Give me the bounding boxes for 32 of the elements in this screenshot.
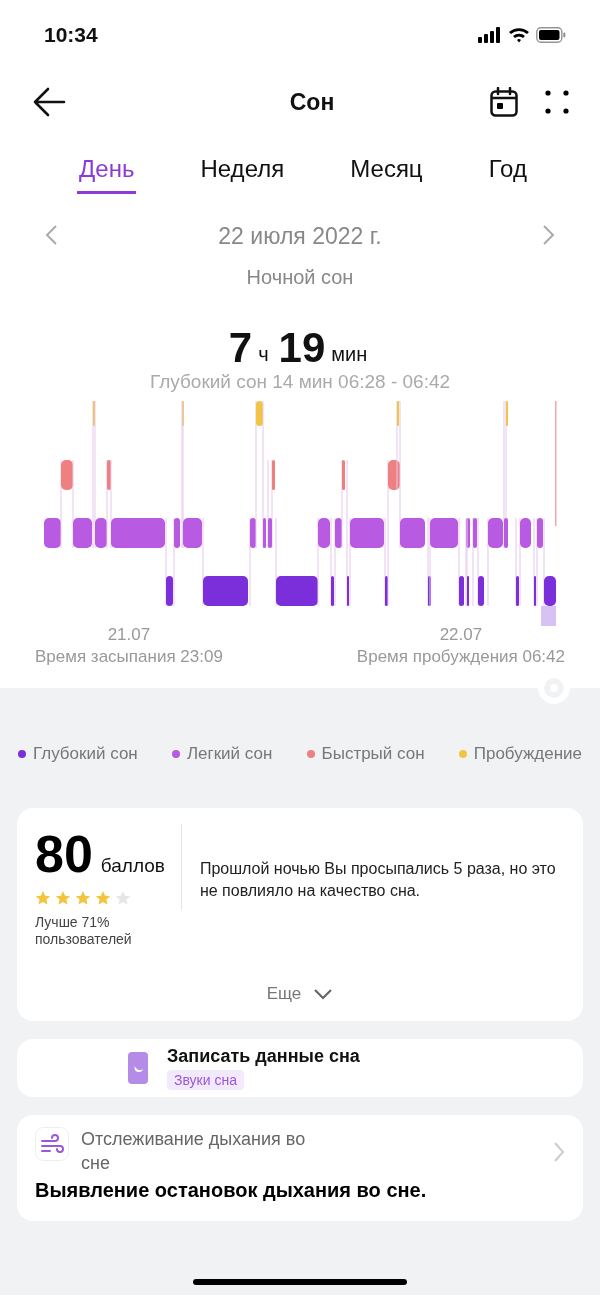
duration-minutes: 19 — [278, 324, 326, 372]
legend-label: Легкий сон — [186, 744, 273, 764]
record-title: Записать данные сна — [167, 1046, 360, 1067]
date-label: 22 июля 2022 г. — [218, 222, 382, 250]
sleep-sounds-tag[interactable]: Звуки сна — [167, 1070, 244, 1090]
sleep-start-time: Время засыпания 23:09 — [35, 646, 223, 668]
breathing-title: Отслеживание дыхания во сне — [81, 1128, 307, 1175]
legend-label: Быстрый сон — [321, 744, 425, 764]
screen-title: Сон — [288, 88, 336, 116]
breathing-description: Выявление остановок дыхания во сне. — [35, 1179, 428, 1202]
score-value: 80 — [35, 824, 93, 884]
clock-time: 10:34 — [44, 23, 98, 47]
start-date: 21.07 — [107, 624, 151, 646]
period-tab[interactable]: Неделя — [198, 146, 287, 194]
more-button[interactable]: Еще — [260, 983, 340, 1005]
sleep-insight-text: Прошлой ночью Вы просыпались 5 раза, но это не повлияло на качество сна. — [199, 859, 557, 901]
period-tab[interactable]: День — [77, 146, 137, 194]
hours-unit: ч — [258, 343, 269, 367]
legend-label: Пробуждение — [473, 744, 582, 764]
score-unit: баллов — [100, 855, 165, 877]
duration-hours: 7 — [228, 324, 253, 372]
breathing-card[interactable]: Отслеживание дыхания во сне Выявление остановок дыхания во сне. — [17, 1115, 583, 1221]
minutes-unit: мин — [331, 343, 368, 367]
sleep-type-title: Ночной сон — [246, 266, 354, 288]
comparison-text: Лучше 71% пользователей — [35, 914, 133, 948]
legend-label: Глубокий сон — [33, 744, 138, 764]
period-tab[interactable]: Месяц — [348, 146, 425, 194]
end-date: 22.07 — [439, 624, 483, 646]
wake-up-time: Время пробуждения 06:42 — [356, 646, 565, 668]
period-tab[interactable]: Год — [486, 146, 529, 194]
record-card[interactable]: Записать данные сна Звуки сна — [17, 1039, 583, 1097]
selected-segment-caption: Глубокий сон 14 мин 06:28 - 06:42 — [149, 371, 451, 392]
